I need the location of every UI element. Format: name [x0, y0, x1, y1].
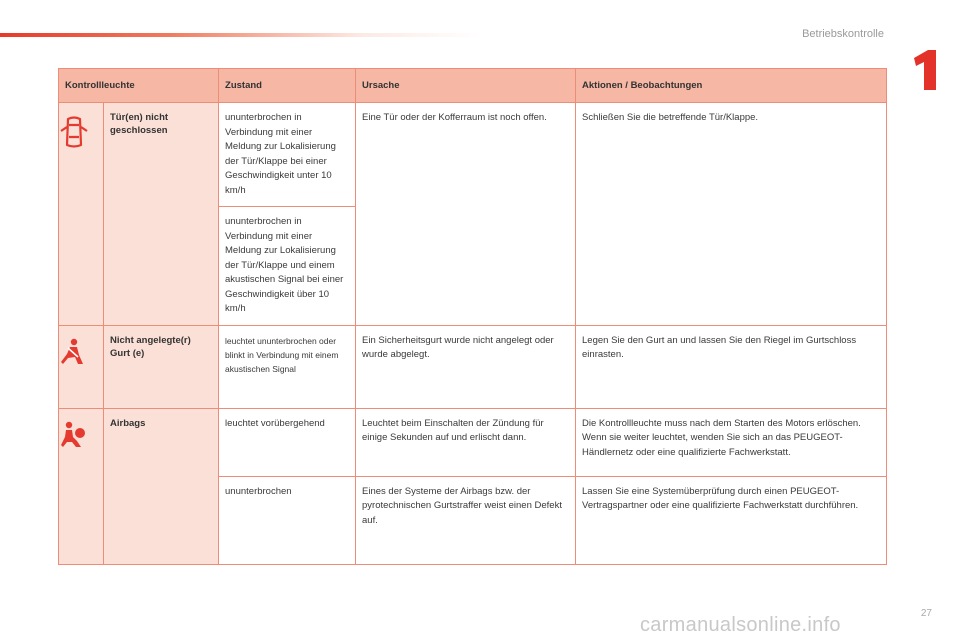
airbag-aktion-1: Die Kontrollleuchte muss nach dem Starte… — [575, 407, 888, 477]
airbag-aktion-1b: Wenn sie weiter leuchtet, wenden Sie sic… — [582, 432, 843, 458]
door-zustand-2: ununterbrochen in Verbindung mit einer M… — [218, 206, 357, 326]
page-number: 27 — [920, 608, 932, 619]
door-zustand-1: ununterbrochen in Verbindung mit einer M… — [218, 102, 357, 207]
seatbelt-zustand: leuchtet ununterbrochen oder blinkt in V… — [218, 324, 357, 409]
header-ursache: Ursache — [355, 68, 577, 103]
header-zustand: Zustand — [218, 68, 357, 103]
seatbelt-aktion: Legen Sie den Gurt an und lassen Sie den… — [575, 324, 888, 409]
airbag-warning-icon — [61, 421, 85, 447]
door-icon-cell — [58, 102, 104, 326]
watermark: carmanualsonline.info — [640, 614, 841, 636]
airbag-zustand-2: ununterbrochen — [218, 475, 357, 565]
door-ursache: Eine Tür oder der Kofferraum ist noch of… — [355, 102, 577, 326]
door-aktion: Schließen Sie die betreffende Tür/Klappe… — [575, 102, 888, 326]
control-lights-table: Kontrollleuchte Zustand Ursache Aktionen… — [57, 68, 888, 565]
airbag-aktion-1a: Die Kontrollleuchte muss nach dem Starte… — [582, 417, 861, 429]
section-title: Betriebskontrolle — [802, 28, 884, 40]
airbag-zustand-1: leuchtet vorübergehend — [218, 407, 357, 477]
chapter-number: 1 — [906, 48, 907, 49]
seatbelt-label: Nicht angelegte(r) Gurt (e) — [102, 324, 220, 409]
header-aktionen: Aktionen / Beobachtungen — [575, 68, 888, 103]
airbag-aktion-2: Lassen Sie eine Systemüberprüfung durch … — [575, 475, 888, 565]
door-open-warning-icon — [60, 116, 88, 148]
door-label: Tür(en) nicht geschlossen — [102, 102, 220, 326]
table-row: Tür(en) nicht geschlossen ununterbrochen… — [58, 102, 888, 326]
seatbelt-icon-cell — [58, 324, 104, 409]
airbag-ursache-2: Eines der Systeme der Airbags bzw. der p… — [355, 475, 577, 565]
top-accent-bar — [0, 33, 480, 37]
chapter-number-marker: 1 — [906, 48, 936, 90]
seatbelt-ursache: Ein Sicherheitsgurt wurde nicht angelegt… — [355, 324, 577, 409]
airbag-label: Airbags — [102, 407, 220, 565]
airbag-icon-cell — [58, 407, 104, 565]
header-kontrollleuchte: Kontrollleuchte — [57, 68, 220, 103]
table-row: Airbags leuchtet vorübergehend Leuchtet … — [58, 407, 888, 565]
airbag-ursache-1: Leuchtet beim Einschalten der Zündung fü… — [355, 407, 577, 477]
table-row: Nicht angelegte(r) Gurt (e) leuchtet unu… — [58, 324, 888, 409]
table-header-row: Kontrollleuchte Zustand Ursache Aktionen… — [57, 68, 888, 103]
seatbelt-warning-icon — [61, 338, 83, 364]
